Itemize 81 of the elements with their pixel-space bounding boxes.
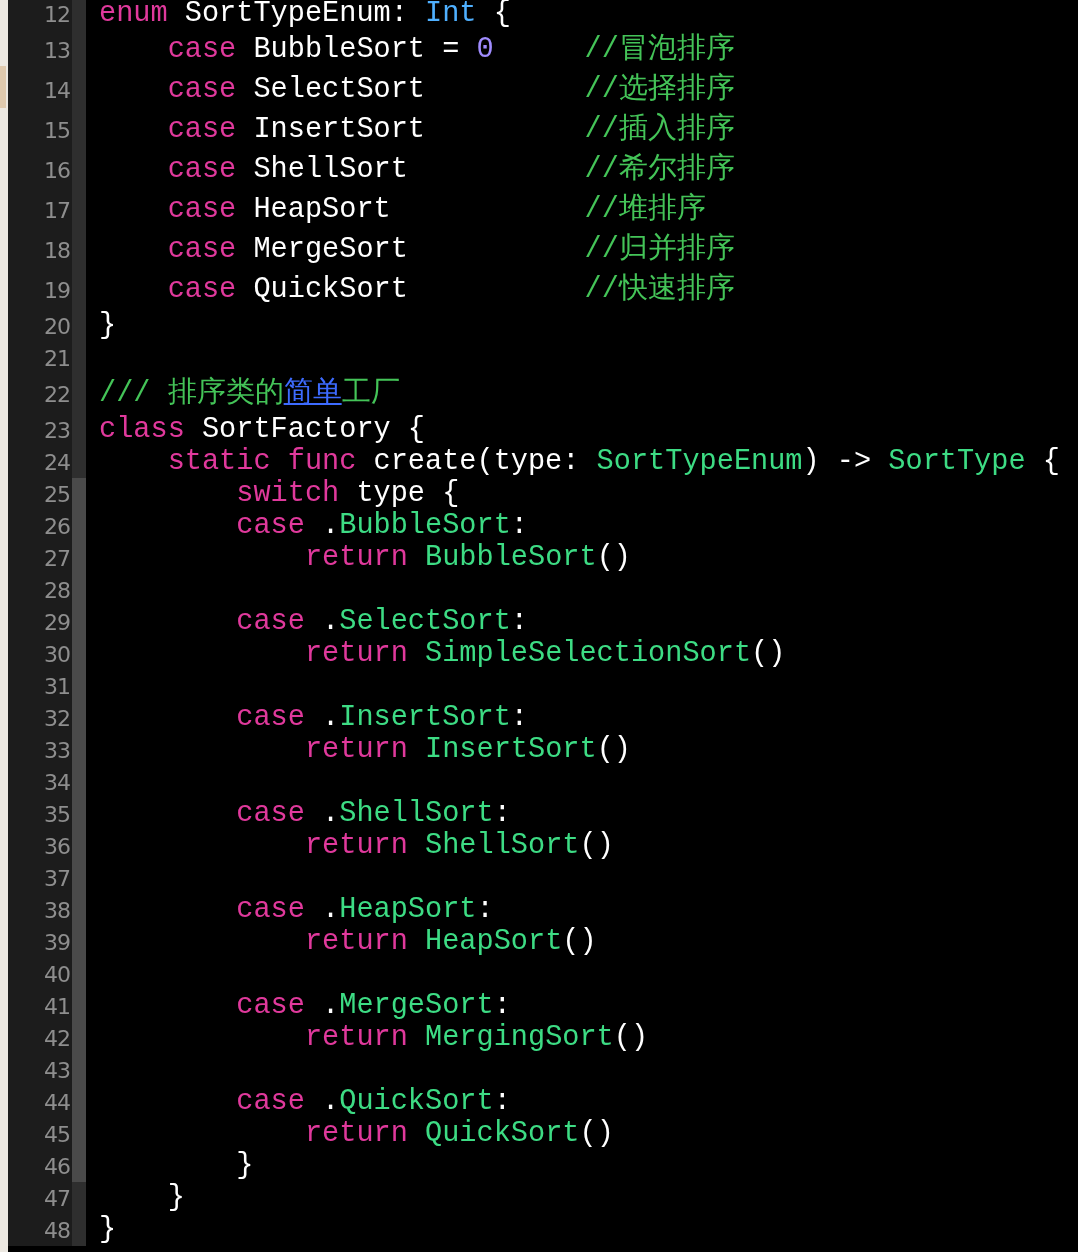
line-number: 42 <box>8 1022 72 1054</box>
line-number: 47 <box>8 1182 72 1214</box>
code-line: case .QuickSort: <box>236 1085 511 1119</box>
fold-ribbon-segment[interactable] <box>72 0 86 30</box>
code-line: } <box>236 1149 254 1183</box>
line-number: 21 <box>8 342 72 374</box>
code-line: return SimpleSelectionSort() <box>304 637 786 671</box>
line-number: 27 <box>8 542 72 574</box>
line-number: 14 <box>8 70 72 110</box>
line-number: 41 <box>8 990 72 1022</box>
line-number: 45 <box>8 1118 72 1150</box>
code-line: switch type { <box>236 477 460 511</box>
code-line: return ShellSort() <box>304 829 614 863</box>
code-line: } <box>167 1181 185 1215</box>
line-number: 18 <box>8 230 72 270</box>
code-line: case ShellSort <box>167 153 409 187</box>
line-number: 38 <box>8 894 72 926</box>
code-comment: //插入排序 <box>584 113 735 147</box>
code-line: return BubbleSort() <box>304 541 631 575</box>
code-line: case .HeapSort: <box>236 893 494 927</box>
code-line: case .MergeSort: <box>236 989 511 1023</box>
line-number: 13 <box>8 30 72 70</box>
line-number: 24 <box>8 446 72 478</box>
line-number: 39 <box>8 926 72 958</box>
line-number: 22 <box>8 374 72 414</box>
code-line: /// 排序类的简单工厂 <box>99 377 400 411</box>
line-number: 48 <box>8 1214 72 1246</box>
line-number: 15 <box>8 110 72 150</box>
fold-ribbon-segment[interactable] <box>72 1214 86 1246</box>
code-line: } <box>99 309 117 343</box>
line-number: 46 <box>8 1150 72 1182</box>
line-number: 20 <box>8 310 72 342</box>
line-number: 26 <box>8 510 72 542</box>
line-number: 32 <box>8 702 72 734</box>
code-line: case MergeSort <box>167 233 409 267</box>
code-line: static func create(type: SortTypeEnum) -> SortType { <box>167 445 1060 479</box>
line-number: 12 <box>8 0 72 30</box>
code-comment: //希尔排序 <box>584 153 735 187</box>
code-comment: //堆排序 <box>584 193 706 227</box>
line-number: 36 <box>8 830 72 862</box>
line-number: 31 <box>8 670 72 702</box>
code-line: case SelectSort <box>167 73 426 107</box>
line-number: 44 <box>8 1086 72 1118</box>
code-comment: //冒泡排序 <box>584 33 735 67</box>
line-number: 19 <box>8 270 72 310</box>
code-line: return QuickSort() <box>304 1117 614 1151</box>
line-number: 30 <box>8 638 72 670</box>
line-number: 34 <box>8 766 72 798</box>
code-line: case BubbleSort = 0 <box>167 33 495 67</box>
code-line: return HeapSort() <box>304 925 597 959</box>
line-number: 43 <box>8 1054 72 1086</box>
line-number: 35 <box>8 798 72 830</box>
code-line: return MergingSort() <box>304 1021 649 1055</box>
code-comment: //快速排序 <box>584 273 735 307</box>
code-line: case HeapSort <box>167 193 392 227</box>
line-number: 28 <box>8 574 72 606</box>
code-line: case .SelectSort: <box>236 605 528 639</box>
code-line: case .InsertSort: <box>236 701 528 735</box>
line-number: 40 <box>8 958 72 990</box>
line-number: 29 <box>8 606 72 638</box>
code-line: return InsertSort() <box>304 733 631 767</box>
fold-ribbon-segment[interactable] <box>72 478 86 510</box>
code-comment: //归并排序 <box>584 233 735 267</box>
link[interactable]: 简单 <box>283 376 342 410</box>
code-line: case QuickSort <box>167 273 409 307</box>
line-number: 23 <box>8 414 72 446</box>
fold-ribbon-segment[interactable] <box>72 1182 86 1214</box>
line-number: 16 <box>8 150 72 190</box>
fold-ribbon-segment[interactable] <box>72 446 86 478</box>
code-line: case .ShellSort: <box>236 797 511 831</box>
code-line: case InsertSort <box>167 113 426 147</box>
fold-ribbon-segment[interactable] <box>72 1150 86 1182</box>
code-line: enum SortTypeEnum: Int { <box>99 0 511 31</box>
code-line: } <box>99 1213 117 1247</box>
line-number: 37 <box>8 862 72 894</box>
line-number: 17 <box>8 190 72 230</box>
code-line: case .BubbleSort: <box>236 509 528 543</box>
code-comment: //选择排序 <box>584 73 735 107</box>
line-number: 33 <box>8 734 72 766</box>
line-number: 25 <box>8 478 72 510</box>
code-line: class SortFactory { <box>99 413 426 447</box>
